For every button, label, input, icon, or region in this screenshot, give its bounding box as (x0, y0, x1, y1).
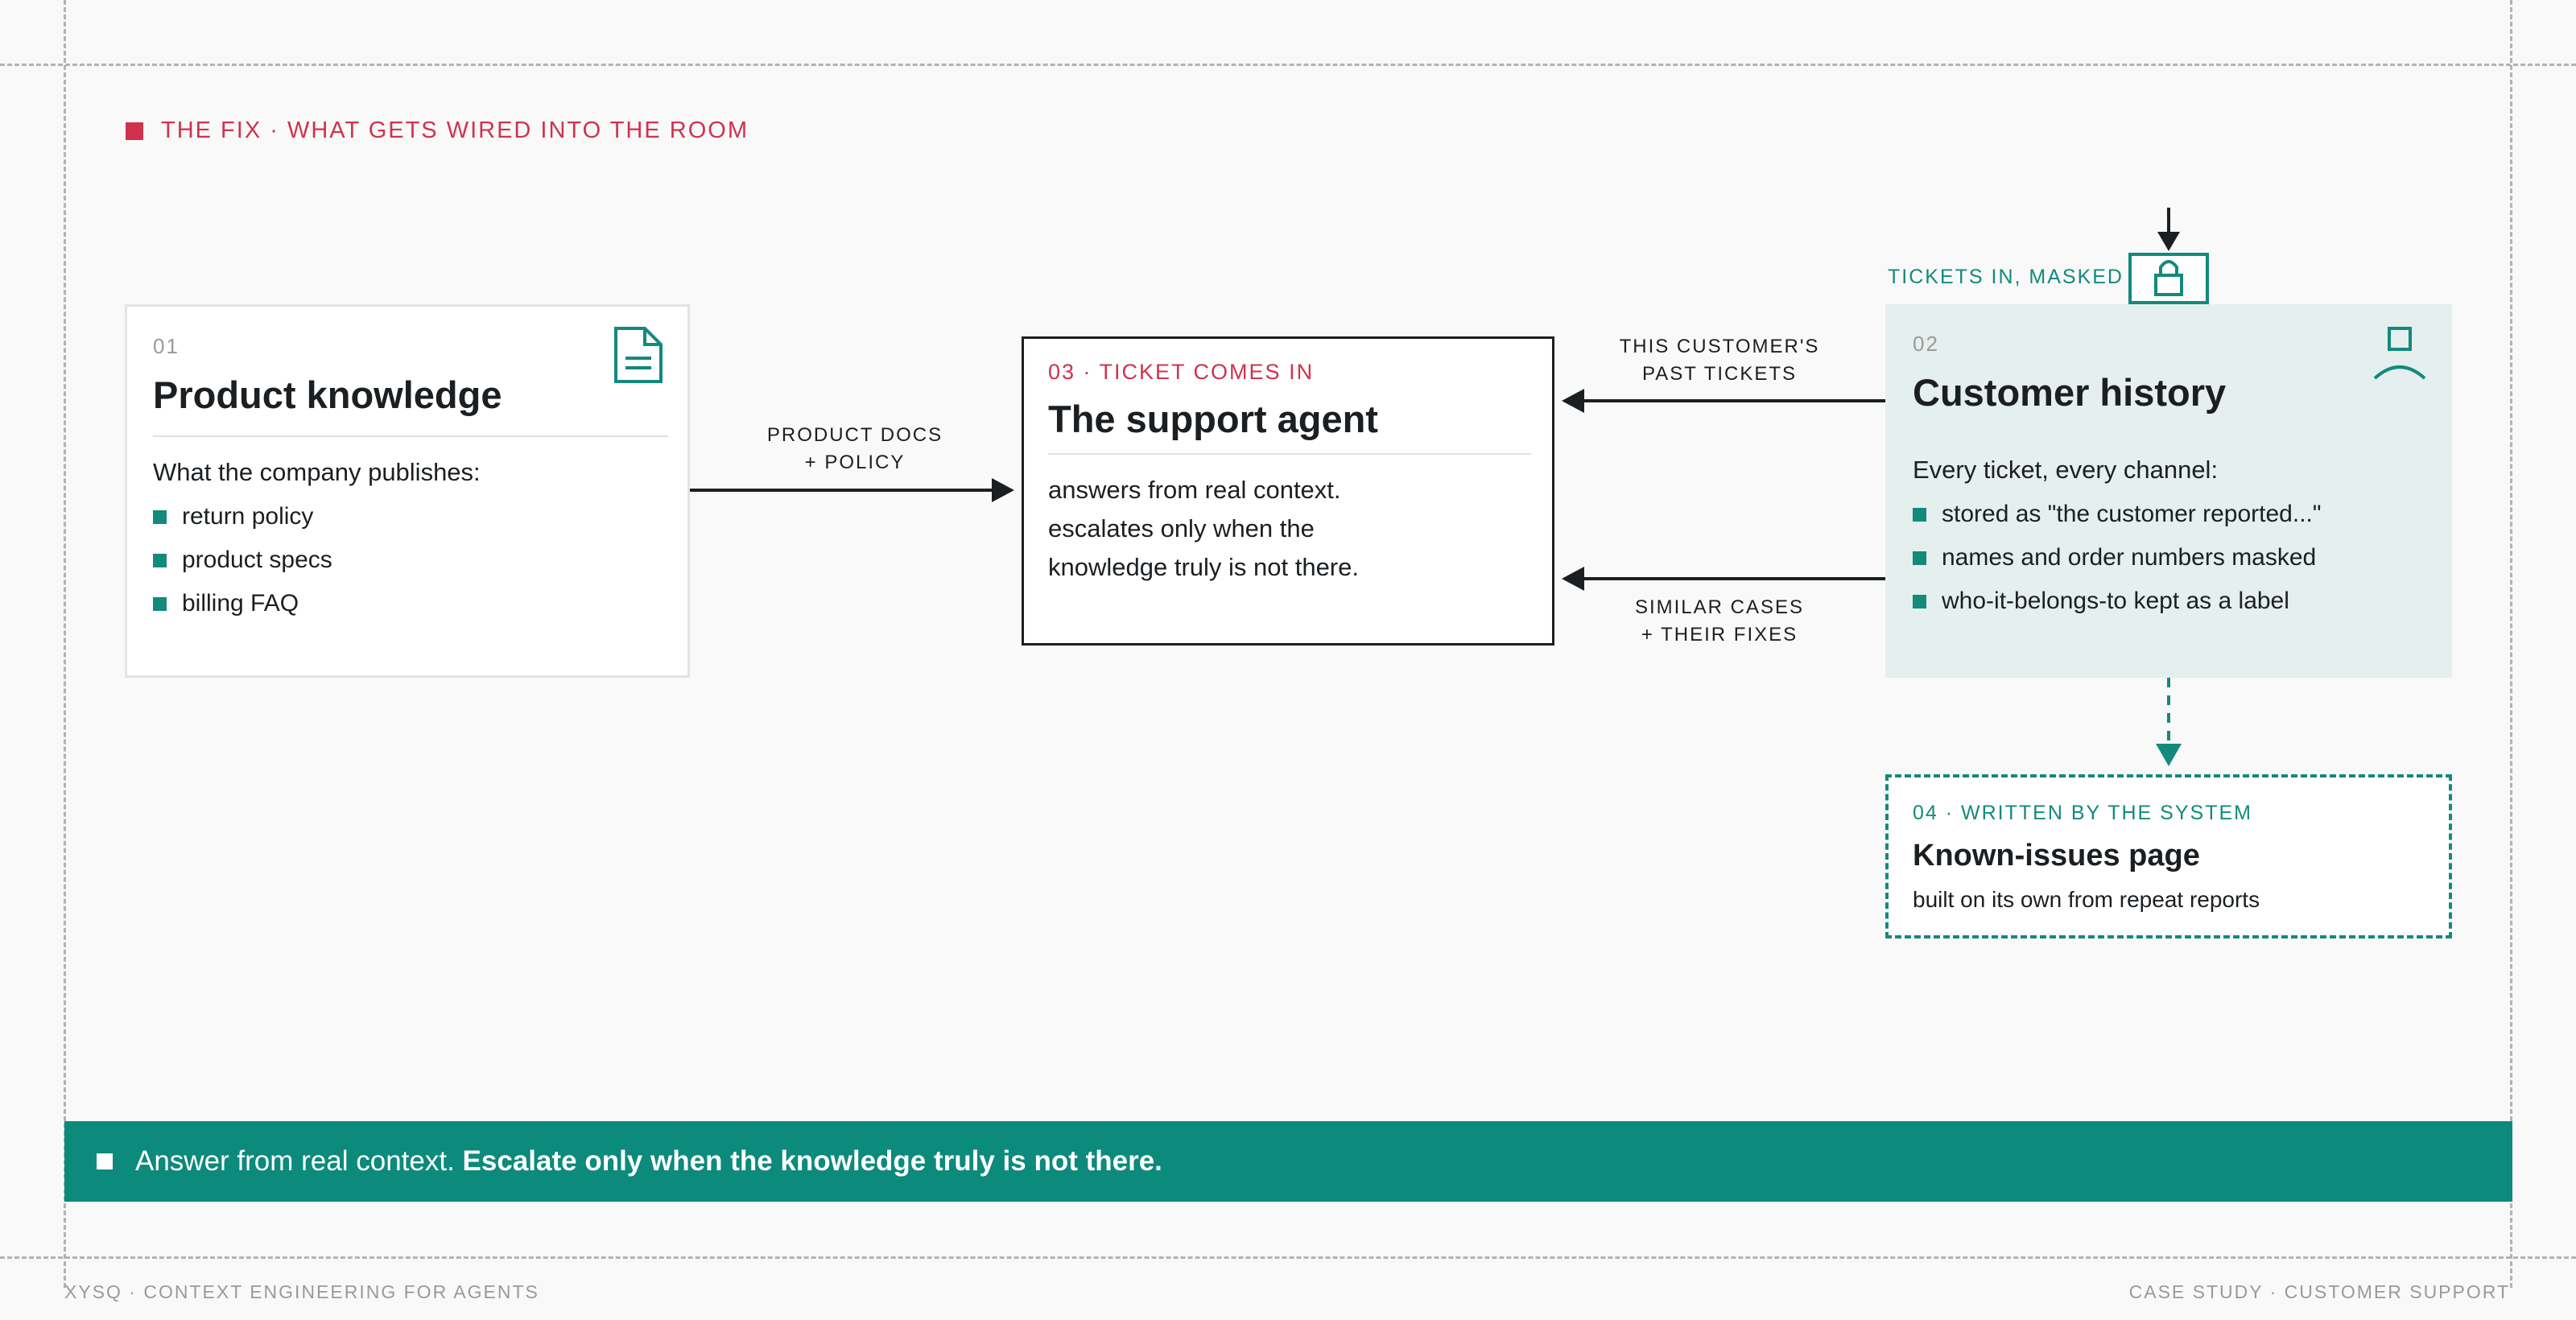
banner-square-icon (97, 1153, 113, 1169)
edge-label-past-tickets: THIS CUSTOMER'S PAST TICKETS (1599, 333, 1840, 388)
takeaway-banner: Answer from real context. Escalate only … (64, 1121, 2512, 1202)
banner-text-bold: Escalate only when the knowledge truly i… (462, 1145, 1162, 1177)
arrow-history-to-known-issues (2156, 678, 2182, 766)
arrow-product-to-agent (690, 478, 1014, 502)
edge-label-line: + POLICY (804, 452, 906, 473)
arrow-similar-cases-to-agent (1562, 567, 1885, 591)
edge-label-line: THIS CUSTOMER'S (1619, 336, 1820, 357)
edge-label-tickets-in: TICKETS IN, MASKED (1888, 266, 2124, 288)
edge-label-line: SIMILAR CASES (1634, 596, 1805, 618)
edge-label-line: PRODUCT DOCS (766, 424, 943, 446)
edge-label-line: + THEIR FIXES (1641, 624, 1798, 646)
edge-label-similar-cases: SIMILAR CASES + THEIR FIXES (1599, 594, 1840, 649)
arrow-past-tickets-to-agent (1562, 389, 1885, 413)
footer-right: CASE STUDY · CUSTOMER SUPPORT (2128, 1281, 2510, 1302)
banner-text: Answer from real context. Escalate only … (135, 1145, 1162, 1178)
edge-label-product-docs: PRODUCT DOCS + POLICY (734, 422, 976, 476)
lock-icon (2128, 253, 2209, 304)
edge-label-line: PAST TICKETS (1641, 363, 1798, 385)
arrow-tickets-in (2157, 208, 2180, 251)
banner-text-regular: Answer from real context. (135, 1145, 463, 1177)
footer-left: XYSQ · CONTEXT ENGINEERING FOR AGENTS (64, 1281, 539, 1302)
